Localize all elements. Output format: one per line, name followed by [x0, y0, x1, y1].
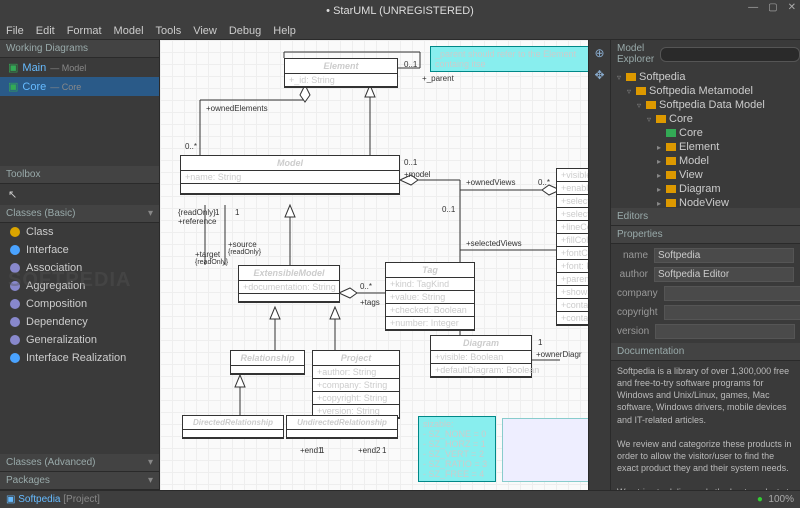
uml-class-view[interactable]: +visible: B+enabled:+selected:+selectabl… [556, 168, 588, 326]
menu-tools[interactable]: Tools [156, 25, 182, 37]
documentation-text[interactable]: Softpedia is a library of over 1,300,000… [611, 361, 800, 490]
toolbox-group-basic[interactable]: Classes (Basic)▾ [0, 205, 159, 223]
tree-node[interactable]: ▸Element [611, 140, 800, 154]
toolbox-item[interactable]: Composition [0, 295, 159, 313]
working-diagram-item[interactable]: ▣Core — Core [0, 77, 159, 96]
canvas-vertical-toolbar: ⊕ ✥ [588, 40, 610, 490]
toolbox-item[interactable]: Dependency [0, 313, 159, 331]
uml-class-project[interactable]: Project +author: String +company: String… [312, 350, 400, 419]
menu-help[interactable]: Help [273, 25, 296, 37]
diagram-canvas[interactable]: _parent should refer to the Element cont… [160, 40, 588, 490]
toolbox-group-packages[interactable]: Packages▾ [0, 472, 159, 490]
menu-debug[interactable]: Debug [229, 25, 261, 37]
uml-class-model[interactable]: Model +name: String [180, 155, 400, 195]
uml-class-relationship[interactable]: Relationship [230, 350, 305, 375]
uml-note-sizable[interactable]: sizable: - SZ_NONE = 0 - SZ_HORZ = 1 - S… [418, 416, 496, 482]
tree-node[interactable]: ▸Model [611, 154, 800, 168]
toolbox-item[interactable]: Class [0, 223, 159, 241]
tree-node[interactable]: ▸View [611, 168, 800, 182]
toolbox-item[interactable]: Aggregation [0, 277, 159, 295]
zoom-level[interactable]: 100% [768, 494, 794, 505]
target-icon[interactable]: ⊕ [593, 46, 607, 60]
menu-file[interactable]: File [6, 25, 24, 37]
menu-view[interactable]: View [193, 25, 217, 37]
window-title: • StarUML (UNREGISTERED) [326, 5, 474, 17]
toolbox-item[interactable]: Interface [0, 241, 159, 259]
working-diagram-item[interactable]: ▣Main — Model [0, 58, 159, 77]
close-icon[interactable]: ✕ [788, 2, 796, 13]
property-row: version [611, 322, 800, 341]
pointer-icon[interactable]: ↖ [8, 189, 17, 201]
titlebar: • StarUML (UNREGISTERED) — ▢ ✕ [0, 0, 800, 22]
property-input[interactable] [664, 305, 800, 320]
minimize-icon[interactable]: — [748, 2, 758, 13]
toolbox-item[interactable]: Interface Realization [0, 349, 159, 367]
toolbox-item[interactable]: Association [0, 259, 159, 277]
menubar: File Edit Format Model Tools View Debug … [0, 22, 800, 40]
working-diagrams-header: Working Diagrams [0, 40, 159, 58]
uml-note[interactable]: _parent should refer to the Element cont… [430, 46, 588, 72]
uml-class-directedrel[interactable]: DirectedRelationship [182, 415, 284, 439]
editors-header: Editors [611, 208, 800, 226]
menu-edit[interactable]: Edit [36, 25, 55, 37]
tree-node[interactable]: ▿Softpedia Data Model [611, 98, 800, 112]
model-explorer-tree[interactable]: ▿Softpedia▿Softpedia Metamodel▿Softpedia… [611, 68, 800, 208]
property-row: copyright [611, 303, 800, 322]
properties-header: Properties [611, 226, 800, 244]
tree-node[interactable]: ▸NodeView [611, 196, 800, 208]
status-ok-icon: ● [757, 494, 763, 505]
tree-node[interactable]: ▿Softpedia Metamodel [611, 84, 800, 98]
uml-class-element[interactable]: Element +_id: String [284, 58, 398, 88]
property-input[interactable] [664, 286, 800, 301]
model-explorer-header: Model Explorer [617, 43, 654, 65]
move-icon[interactable]: ✥ [593, 68, 607, 82]
statusbar: ▣ Softpedia [Project] ● 100% [0, 490, 800, 508]
property-input[interactable] [655, 324, 795, 339]
uml-class-diagram[interactable]: Diagram +visible: Boolean +defaultDiagra… [430, 335, 532, 378]
toolbox-group-advanced[interactable]: Classes (Advanced)▾ [0, 454, 159, 472]
uml-class-extensiblemodel[interactable]: ExtensibleModel +documentation: String [238, 265, 340, 303]
uml-class-tag[interactable]: Tag +kind: TagKind +value: String +check… [385, 262, 475, 331]
tree-node[interactable]: Core [611, 126, 800, 140]
status-project[interactable]: ▣ Softpedia [6, 494, 61, 505]
property-row: author [611, 265, 800, 284]
property-input[interactable] [654, 267, 794, 282]
property-row: name [611, 246, 800, 265]
toolbox-header: Toolbox [0, 166, 159, 184]
toolbox-item[interactable]: Generalization [0, 331, 159, 349]
tree-node[interactable]: ▿Softpedia [611, 70, 800, 84]
property-input[interactable] [654, 248, 794, 263]
menu-model[interactable]: Model [114, 25, 144, 37]
uml-class-undirectedrel[interactable]: UndirectedRelationship [286, 415, 398, 439]
search-input[interactable] [660, 47, 800, 62]
menu-format[interactable]: Format [67, 25, 102, 37]
property-row: company [611, 284, 800, 303]
tree-node[interactable]: ▸Diagram [611, 182, 800, 196]
uml-thumbnail[interactable] [502, 418, 588, 482]
documentation-header: Documentation [611, 343, 800, 361]
maximize-icon[interactable]: ▢ [768, 2, 777, 13]
tree-node[interactable]: ▿Core [611, 112, 800, 126]
